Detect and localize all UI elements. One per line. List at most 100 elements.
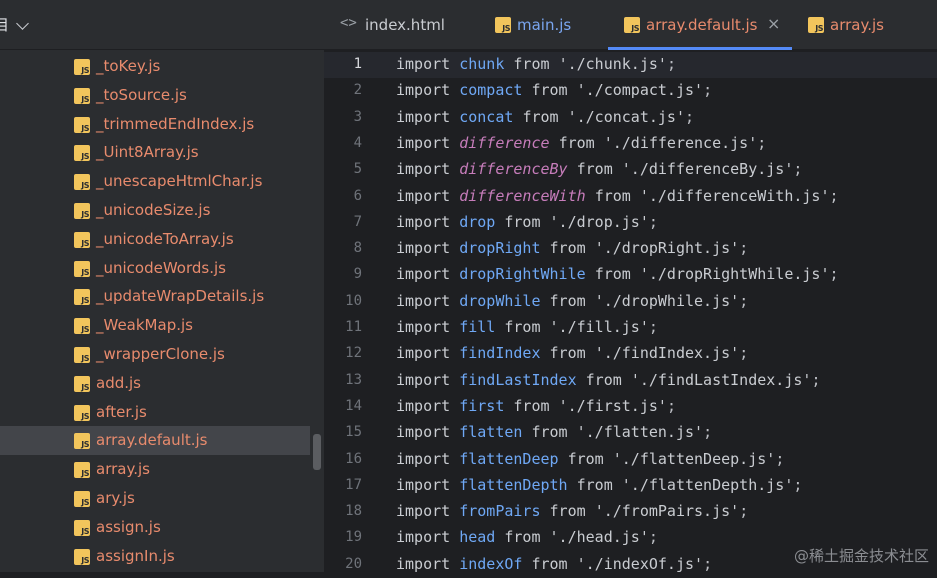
file-tree-item[interactable]: JS _unicodeWords.js [0,254,310,283]
code-text: import compact from './compact.js'; [396,81,713,100]
file-tree-item[interactable]: JS ary.js [0,484,310,513]
tab-label: array.js [830,16,884,34]
line-number: 8 [353,240,362,257]
code-area[interactable]: 1 import chunk from './chunk.js'; 2 import … [324,50,937,573]
file-tree-item[interactable]: JS _WeakMap.js [0,311,310,340]
code-line[interactable]: 10 import dropWhile from './dropWhile.js'… [324,289,937,315]
code-text: import findLastIndex from './findLastInd… [396,370,821,389]
import-identifier: drop [459,212,496,231]
code-line[interactable]: 3 import concat from './concat.js'; [324,105,937,131]
keyword-from: from [576,475,613,494]
code-line[interactable]: 18 import fromPairs from './fromPairs.js'… [324,499,937,525]
js-badge: JS [502,24,510,33]
code-line[interactable]: 8 import dropRight from './dropRight.js'; [324,236,937,262]
file-name: ary.js [96,489,135,507]
html-icon: <> [340,15,357,31]
import-identifier: first [459,396,505,415]
import-path-string: './findIndex.js' [594,344,740,363]
import-path-string: './differenceBy.js' [621,160,794,179]
sidebar-scrollbar[interactable] [313,434,321,470]
code-line[interactable]: 11 import fill from './fill.js'; [324,315,937,341]
code-line[interactable]: 1 import chunk from './chunk.js'; [324,52,937,78]
code-line[interactable]: 14 import first from './first.js'; [324,394,937,420]
file-tree-item[interactable]: JS _toSource.js [0,81,310,110]
code-line[interactable]: 6 import differenceWith from './differenc… [324,184,937,210]
code-line[interactable]: 13 import findLastIndex from './findLastI… [324,368,937,394]
code-line[interactable]: 12 import findIndex from './findIndex.js'… [324,341,937,367]
tab-1[interactable]: <> index.html [324,0,464,50]
js-badge: JS [81,469,89,479]
tab-label: main.js [517,16,572,34]
file-tree-item[interactable]: JS _unescapeHtmlChar.js [0,167,310,196]
tab-2[interactable]: JS main.js [470,0,590,50]
keyword-import: import [396,239,451,258]
file-tree-item[interactable]: JS array.default.js [0,426,310,456]
file-tree-item[interactable]: JS _Uint8Array.js [0,138,310,167]
code-text: import flatten from './flatten.js'; [396,423,713,442]
keyword-from: from [567,449,604,468]
code-line[interactable]: 9 import dropRightWhile from './dropRight… [324,262,937,288]
import-path-string: './flatten.js' [576,423,704,442]
file-tree-item[interactable]: JS array.js [0,455,310,484]
import-identifier: flattenDepth [459,475,568,494]
code-text: import difference from './difference.js'… [396,133,767,152]
import-path-string: './flattenDepth.js' [621,475,794,494]
file-tree-item[interactable]: JS after.js [0,398,310,427]
close-icon[interactable]: × [767,14,780,33]
keyword-from: from [513,396,550,415]
file-tree-item[interactable]: JS _unicodeSize.js [0,196,310,225]
code-text: import differenceBy from './differenceBy… [396,160,803,179]
code-text: import concat from './concat.js'; [396,107,695,126]
line-number: 15 [345,424,362,441]
line-number: 4 [353,134,362,151]
code-text: import chunk from './chunk.js'; [396,55,676,73]
tab-3[interactable]: JS array.default.js × [608,0,792,50]
sidebar-header[interactable]: 目 [0,0,324,50]
keyword-from: from [549,344,586,363]
file-tree-item[interactable]: JS _wrapperClone.js [0,340,310,369]
file-tree-item[interactable]: JS _trimmedEndIndex.js [0,110,310,139]
file-tree-item[interactable]: JS _toKey.js [0,52,310,81]
js-badge: JS [81,296,89,306]
file-tree-item[interactable]: JS assignIn.js [0,542,310,571]
import-identifier: flattenDeep [459,449,559,468]
js-file-icon: JS [74,491,90,507]
code-line[interactable]: 5 import differenceBy from './differenceB… [324,157,937,183]
file-tree-item[interactable]: JS _updateWrapDetails.js [0,282,310,311]
keyword-from: from [549,239,586,258]
code-line[interactable]: 16 import flattenDeep from './flattenDeep… [324,447,937,473]
keyword-import: import [396,212,451,231]
keyword-from: from [522,107,559,126]
import-path-string: './fromPairs.js' [594,502,740,521]
code-line[interactable]: 17 import flattenDepth from './flattenDep… [324,473,937,499]
code-line[interactable]: 4 import difference from './difference.js… [324,131,937,157]
file-name: assign.js [96,517,161,536]
js-file-icon: JS [74,347,90,363]
tab-4[interactable]: JS array.js [792,0,902,50]
file-name: assignIn.js [96,546,175,565]
code-text: import head from './head.js'; [396,528,658,547]
file-tree-item[interactable]: JS add.js [0,369,310,398]
keyword-import: import [396,186,451,205]
code-line[interactable]: 2 import compact from './compact.js'; [324,78,937,104]
import-path-string: './flattenDeep.js' [612,449,776,468]
code-line[interactable]: 15 import flatten from './flatten.js'; [324,420,937,446]
line-number: 12 [345,345,362,362]
js-badge: JS [81,498,89,507]
js-badge: JS [81,440,89,450]
file-name: array.default.js [96,431,208,450]
line-number: 16 [345,450,362,467]
import-path-string: './concat.js' [567,107,685,126]
code-line[interactable]: 7 import drop from './drop.js'; [324,210,937,236]
js-file-icon: JS [74,59,90,75]
chevron-down-icon[interactable] [16,17,29,30]
keyword-from: from [594,186,631,205]
code-text: import dropRight from './dropRight.js'; [396,239,749,258]
file-tree-item[interactable]: JS assign.js [0,513,310,542]
js-badge: JS [81,411,89,421]
import-identifier: differenceBy [459,160,568,179]
keyword-import: import [396,81,451,100]
file-tree-item[interactable]: JS _unicodeToArray.js [0,225,310,254]
js-badge: JS [81,382,89,392]
import-identifier: chunk [459,55,505,73]
